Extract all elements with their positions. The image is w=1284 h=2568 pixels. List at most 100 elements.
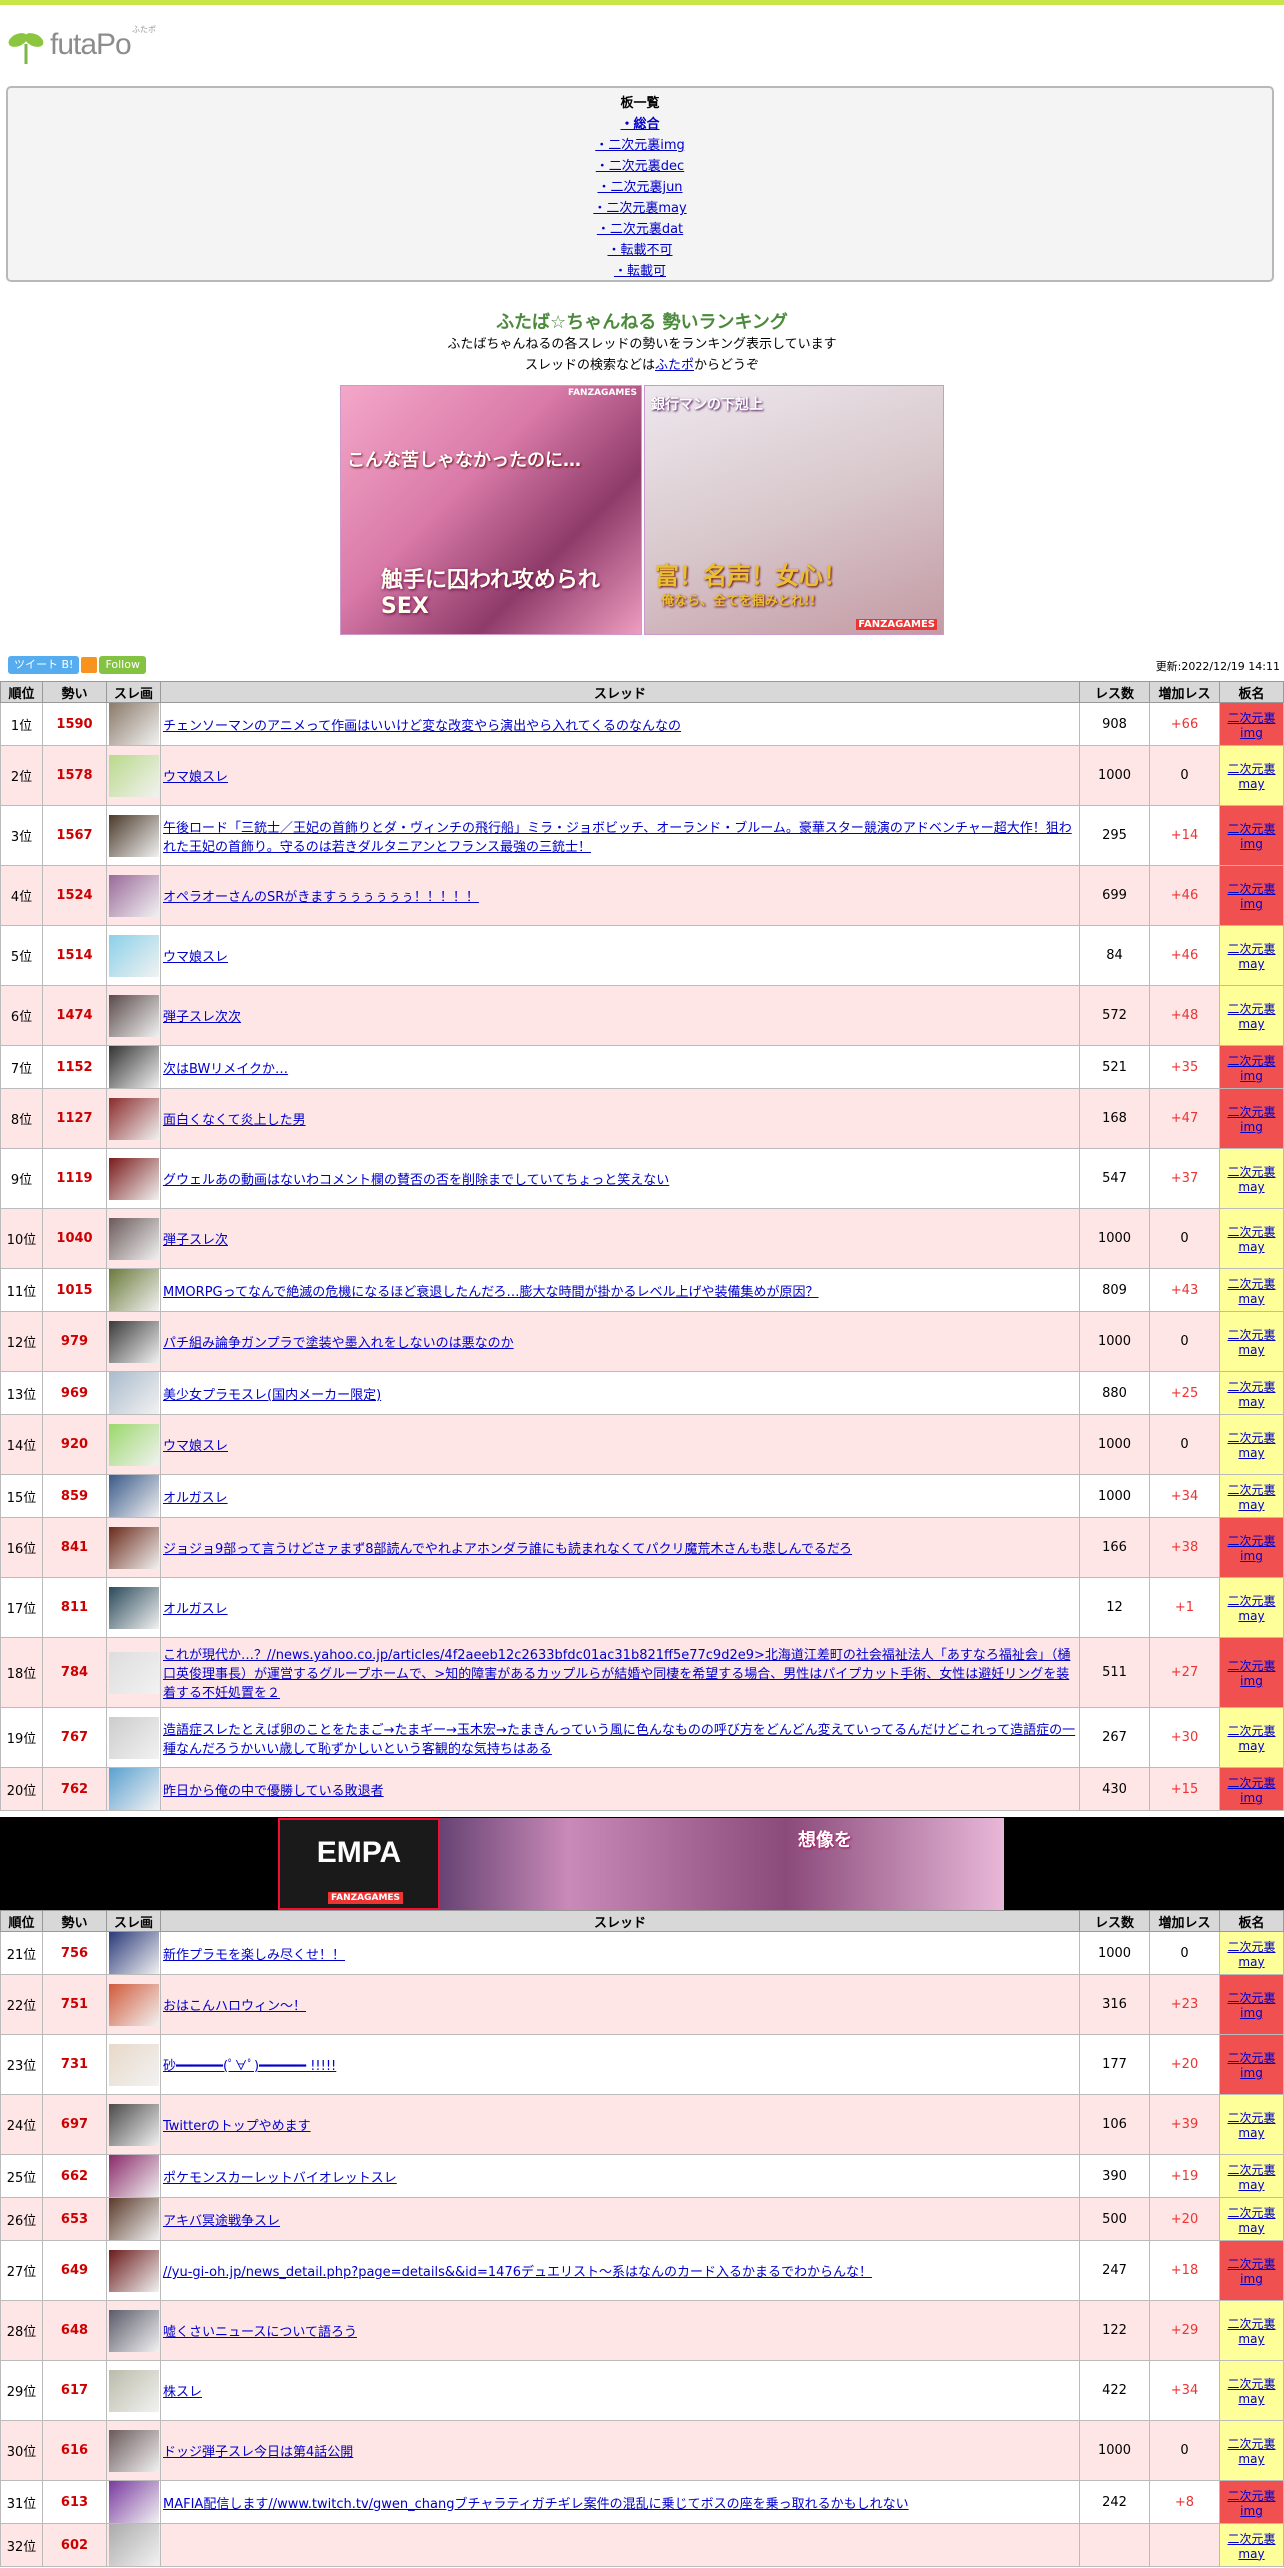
board-name-link[interactable]: 二次元裏may [1227,1165,1275,1194]
board-name-link[interactable]: 二次元裏may [1227,1328,1275,1357]
thread-link[interactable]: これが現代か…？//news.yahoo.co.jp/articles/4f2a… [163,1648,1070,1701]
thread-link[interactable]: 次はBWリメイクか… [163,1062,288,1077]
thread-link[interactable]: Twitterのトップやめます [163,2119,311,2134]
board-name-link[interactable]: 二次元裏may [1227,2317,1275,2346]
thread-thumbnail[interactable] [108,754,159,797]
thread-link[interactable]: 新作プラモを楽しみ尽くせ！！ [163,1948,345,1963]
thread-thumbnail[interactable] [108,1269,159,1311]
thumbnail-cell[interactable] [106,1311,161,1372]
board-name-link[interactable]: 二次元裏may [1227,2377,1275,2406]
thread-thumbnail[interactable] [108,1526,159,1569]
board-name-link[interactable]: 二次元裏may [1227,762,1275,791]
thread-link[interactable]: 美少女プラモスレ(国内メーカー限定) [163,1388,381,1403]
board-name-link[interactable]: 二次元裏img [1227,2257,1275,2286]
thread-link[interactable]: 昨日から俺の中で優勝している敗退者 [163,1784,384,1799]
thumbnail-cell[interactable] [106,2523,161,2567]
thumbnail-cell[interactable] [106,1148,161,1209]
thread-thumbnail[interactable] [108,994,159,1037]
thumbnail-cell[interactable] [106,865,161,926]
thread-link[interactable]: 面白くなくて炎上した男 [163,1113,306,1128]
board-name-link[interactable]: 二次元裏may [1227,2111,1275,2140]
board-name-link[interactable]: 二次元裏may [1227,1002,1275,1031]
thread-link[interactable]: ウマ娘スレ [163,770,228,785]
board-link[interactable]: ・二次元裏dat [597,222,683,237]
thread-link[interactable]: グウェルあの動画はないわコメント欄の賛否の否を削除までしていてちょっと笑えない [163,1173,669,1188]
board-name-link[interactable]: 二次元裏img [1227,1991,1275,2020]
thread-thumbnail[interactable] [108,1651,159,1694]
thread-thumbnail[interactable] [108,1586,159,1629]
tweet-button[interactable]: ツイート B! [8,656,80,674]
thread-thumbnail[interactable] [108,1768,159,1810]
thread-thumbnail[interactable] [108,2043,159,2086]
thumbnail-cell[interactable] [106,1045,161,1089]
thread-link[interactable]: ウマ娘スレ [163,950,228,965]
thread-link[interactable]: 嘘くさいニュースについて語ろう [163,2325,357,2340]
futapo-link[interactable]: ふたポ [655,358,694,373]
board-name-link[interactable]: 二次元裏img [1227,1105,1275,1134]
thread-link[interactable]: //yu-gi-oh.jp/news_detail.php?page=detai… [163,2265,872,2280]
thread-link[interactable]: 弾子スレ次 [163,1233,228,1248]
thumbnail-cell[interactable] [106,985,161,1046]
thumbnail-cell[interactable] [106,2300,161,2361]
thread-thumbnail[interactable] [108,2524,159,2566]
board-name-link[interactable]: 二次元裏img [1227,711,1275,740]
thread-thumbnail[interactable] [108,1320,159,1363]
thumbnail-cell[interactable] [106,2034,161,2095]
thumbnail-cell[interactable] [106,745,161,806]
board-name-link[interactable]: 二次元裏img [1227,822,1275,851]
thread-thumbnail[interactable] [108,2249,159,2292]
thread-thumbnail[interactable] [108,1983,159,2026]
thread-link[interactable]: ウマ娘スレ [163,1439,228,1454]
ad-banner-left[interactable]: こんな苦しゃなかったのに… 触手に囚われ攻められSEX FANZAGAMES [340,385,642,635]
ad-banner-right[interactable]: 銀行マンの下剋上 富！名声！女心！ 俺なら、全てを掴みとれ!! FANZAGAM… [644,385,944,635]
thread-link[interactable]: MAFIA配信します//www.twitch.tv/gwen_changブチャラ… [163,2497,909,2512]
board-link[interactable]: ・二次元裏jun [597,180,682,195]
thread-thumbnail[interactable] [108,1475,159,1517]
board-name-link[interactable]: 二次元裏img [1227,882,1275,911]
thumbnail-cell[interactable] [106,1268,161,1312]
thread-thumbnail[interactable] [108,1932,159,1974]
thumbnail-cell[interactable] [106,1767,161,1811]
thumbnail-cell[interactable] [106,2154,161,2198]
thread-link[interactable]: 午後ロード「三銃士／王妃の首飾りとダ・ヴィンチの飛行船」ミラ・ジョボビッチ、オー… [163,821,1072,855]
board-name-link[interactable]: 二次元裏may [1227,1225,1275,1254]
thumbnail-cell[interactable] [106,1414,161,1475]
thread-link[interactable]: 造語症スレたとえば卵のことをたまご→たまギー→玉木宏→たまきんっていう風に色んな… [163,1723,1075,1757]
thread-thumbnail[interactable] [108,2481,159,2523]
board-name-link[interactable]: 二次元裏img [1227,2051,1275,2080]
board-name-link[interactable]: 二次元裏may [1227,1431,1275,1460]
thread-thumbnail[interactable] [108,2309,159,2352]
thread-thumbnail[interactable] [108,1423,159,1466]
board-name-link[interactable]: 二次元裏may [1227,2437,1275,2466]
thread-thumbnail[interactable] [108,1372,159,1414]
thread-link[interactable]: チェンソーマンのアニメって作画はいいけど変な改変やら演出やら入れてくるのなんなの [163,719,681,734]
thumbnail-cell[interactable] [106,1931,161,1975]
board-name-link[interactable]: 二次元裏img [1227,2489,1275,2518]
board-name-link[interactable]: 二次元裏img [1227,1659,1275,1688]
thread-thumbnail[interactable] [108,874,159,917]
thread-thumbnail[interactable] [108,703,159,745]
thread-thumbnail[interactable] [108,1157,159,1200]
thumbnail-cell[interactable] [106,1637,161,1708]
follow-button[interactable]: Follow [99,656,146,674]
board-name-link[interactable]: 二次元裏img [1227,1534,1275,1563]
thumbnail-cell[interactable] [106,2360,161,2421]
futapo-logo[interactable]: futaPo ふたポ [6,22,166,70]
thread-thumbnail[interactable] [108,2155,159,2197]
thread-thumbnail[interactable] [108,1716,159,1759]
thumbnail-cell[interactable] [106,702,161,746]
thumbnail-cell[interactable] [106,1577,161,1638]
thread-thumbnail[interactable] [108,1217,159,1260]
board-link[interactable]: ・総合 [620,117,659,132]
thumbnail-cell[interactable] [106,1974,161,2035]
thread-thumbnail[interactable] [108,2429,159,2472]
board-link[interactable]: ・転載可 [614,264,666,279]
board-name-link[interactable]: 二次元裏may [1227,1940,1275,1969]
board-name-link[interactable]: 二次元裏may [1227,1380,1275,1409]
thumbnail-cell[interactable] [106,1371,161,1415]
thread-thumbnail[interactable] [108,2369,159,2412]
thumbnail-cell[interactable] [106,805,161,866]
board-name-link[interactable]: 二次元裏img [1227,1054,1275,1083]
thread-link[interactable]: 砂━━━━━━(ﾟ∀ﾟ)━━━━━━ !!!!! [163,2059,336,2074]
thread-link[interactable]: おはこんハロウィン～！ [163,1999,306,2014]
